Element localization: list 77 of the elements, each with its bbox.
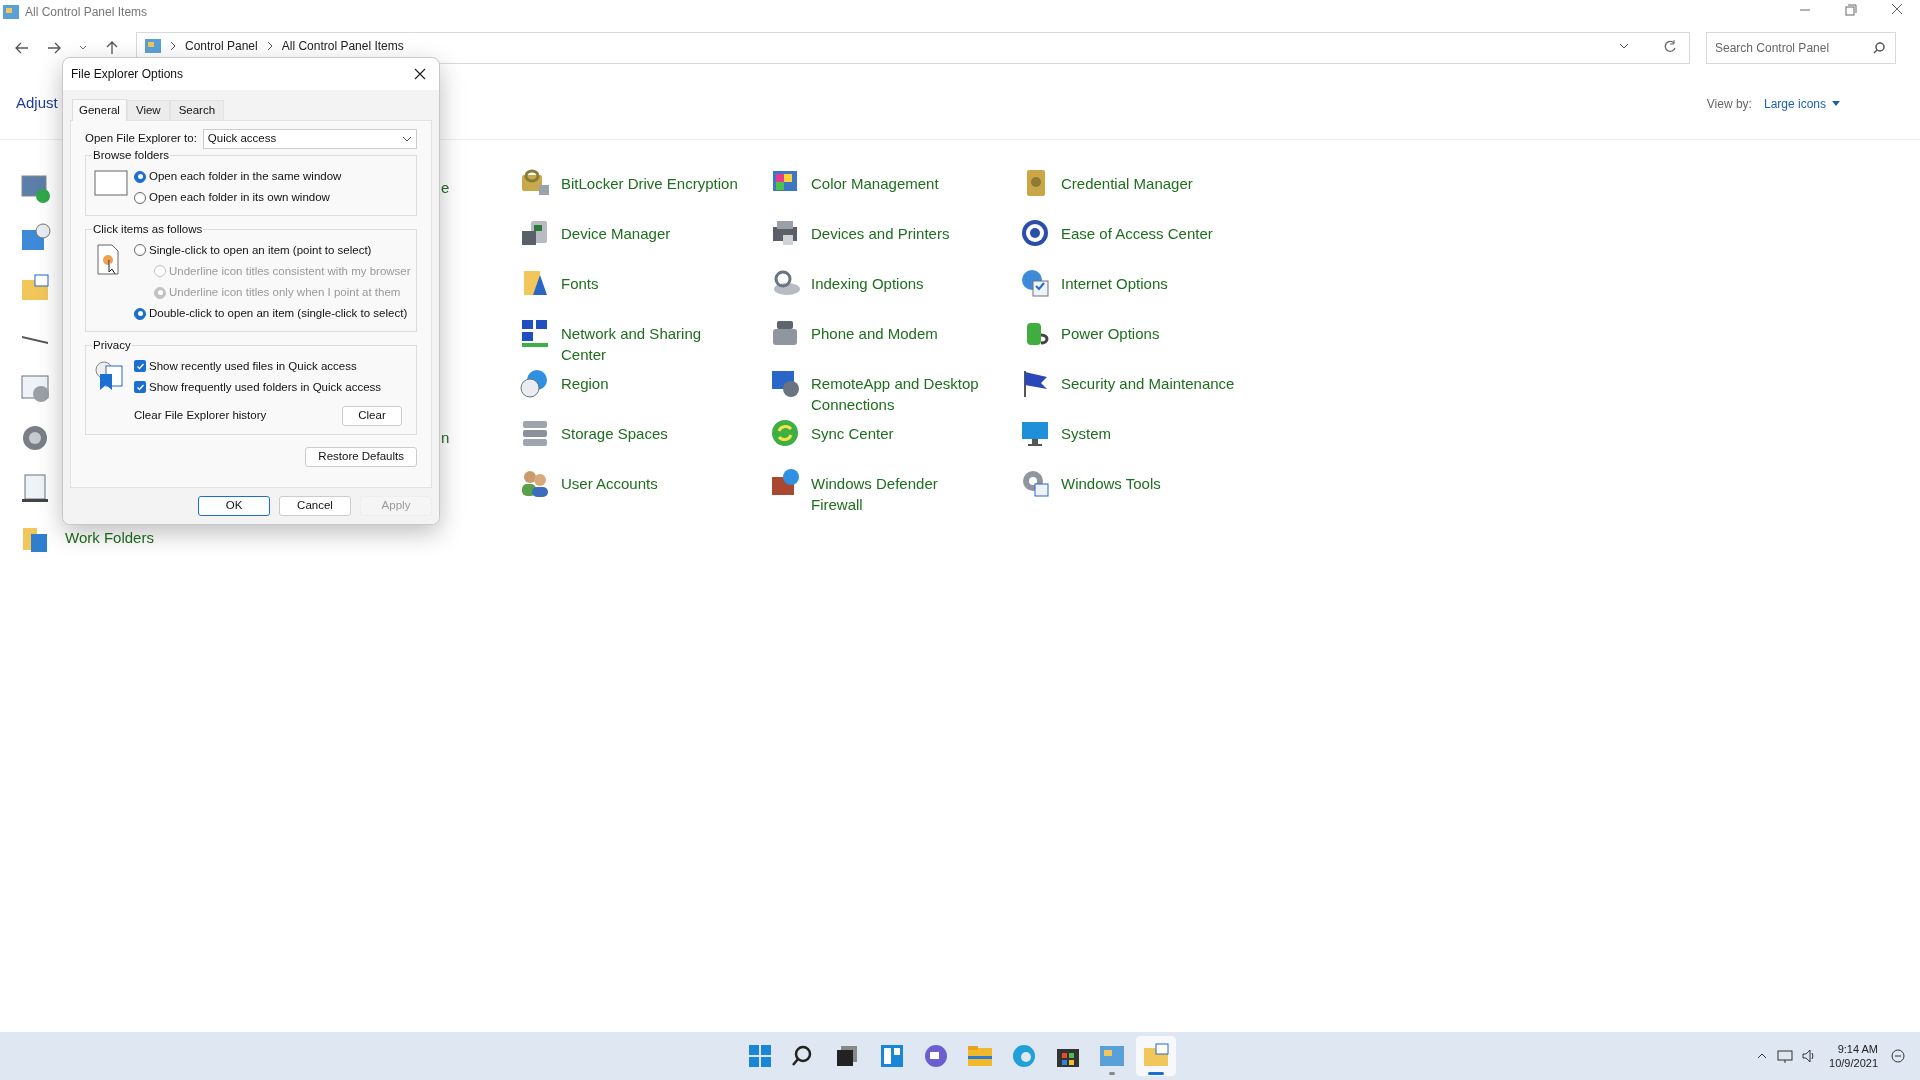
applet-icon[interactable] — [519, 317, 551, 349]
radio-button[interactable] — [134, 244, 146, 257]
clock-date[interactable]: 10/9/2021 — [1829, 1056, 1878, 1070]
dialog-button[interactable]: OK — [198, 496, 270, 516]
checkbox[interactable] — [134, 381, 146, 394]
open-to-dropdown[interactable]: Quick access — [202, 129, 417, 149]
applet-link[interactable]: Security and Maintenance — [1061, 367, 1235, 394]
applet-link[interactable]: Power Options — [1061, 317, 1160, 344]
dialog-title: File Explorer Options — [71, 66, 184, 83]
clock-time[interactable]: 9:14 AM — [1837, 1042, 1878, 1056]
applet-link[interactable]: Ease of Access Center — [1061, 217, 1213, 244]
option-label: Open each folder in its own window — [149, 190, 330, 206]
window-title: All Control Panel Items — [25, 4, 148, 21]
applet-link[interactable]: Sync Center — [811, 417, 894, 444]
applet-link[interactable]: Device Manager — [561, 217, 671, 244]
applet-link[interactable]: Windows Defender Firewall — [811, 467, 992, 515]
option-label: Double-click to open an item (single-click to select) — [149, 306, 408, 322]
dialog-tab[interactable]: Search — [169, 100, 225, 120]
applet-link[interactable]: Storage Spaces — [561, 417, 668, 444]
option-label: Open each folder in the same window — [149, 169, 342, 184]
applet-link[interactable]: Windows Tools — [1061, 467, 1161, 494]
option-label: Underline icon titles consistent with my browser — [169, 263, 411, 279]
applet-link[interactable]: Fonts — [561, 267, 599, 294]
applet-link[interactable]: Region — [561, 367, 609, 394]
checkbox[interactable] — [134, 360, 146, 373]
field-label: Open File Explorer to: — [85, 131, 197, 147]
view-by-label: View by: — [1706, 95, 1752, 113]
applet-link[interactable]: BitLocker Drive Encryption — [561, 167, 738, 194]
monitor-icon[interactable] — [1777, 1048, 1794, 1064]
applet-link[interactable]: Credential Manager — [1061, 167, 1193, 194]
notification-icon[interactable] — [1890, 1048, 1906, 1064]
chevron-right-icon — [265, 40, 274, 52]
applet-link[interactable]: Phone and Modem — [811, 317, 938, 344]
forward-arrow-icon[interactable] — [46, 40, 62, 56]
view-mode-dropdown[interactable]: Large icons — [1763, 94, 1840, 113]
search-field[interactable]: Search Control Panel — [1706, 32, 1896, 64]
address-bar[interactable]: Control Panel All Control Panel Items — [136, 32, 1690, 64]
breadcrumb-item[interactable]: All Control Panel Items — [281, 39, 404, 53]
dialog-button[interactable]: Cancel — [279, 496, 351, 516]
option-label: Clear File Explorer history — [134, 408, 267, 424]
search-icon[interactable] — [1872, 41, 1886, 55]
applet-link[interactable]: Network and Sharing Center — [561, 317, 742, 365]
page-heading: Adjust — [16, 93, 58, 114]
applet-icon[interactable] — [19, 172, 51, 204]
applet-link[interactable]: Color Management — [811, 167, 939, 194]
applet-icon[interactable] — [1019, 217, 1051, 249]
control-panel-icon — [3, 5, 19, 19]
caret-icon — [1832, 100, 1840, 107]
option-label: Underline icon titles only when I point at them — [169, 285, 401, 300]
chevron-right-icon — [169, 40, 177, 52]
radio-button[interactable] — [134, 307, 146, 320]
option-label: Show recently used files in Quick access — [149, 358, 357, 374]
applet-link[interactable]: Work Folders — [65, 526, 154, 550]
applet-link[interactable]: Internet Options — [1061, 267, 1168, 294]
breadcrumb-item[interactable]: Control Panel — [185, 39, 258, 53]
applet-link[interactable]: System — [1061, 417, 1111, 444]
applet-link[interactable]: e — [441, 176, 450, 200]
applet-icon[interactable] — [19, 472, 51, 504]
group-title: Browse folders — [92, 148, 171, 162]
control-panel-icon — [145, 39, 161, 53]
option-label: Show frequently used folders in Quick access — [149, 379, 382, 395]
chevron-down-icon — [402, 135, 412, 143]
dialog-tab[interactable]: View — [126, 100, 170, 120]
applet-link[interactable]: Indexing Options — [811, 267, 924, 294]
option-label: Single-click to open an item (point to select) — [149, 242, 372, 258]
applet-icon[interactable] — [1019, 267, 1051, 299]
applet-link[interactable]: n — [441, 426, 450, 450]
dialog-tab[interactable]: General — [72, 99, 127, 121]
applet-link[interactable]: User Accounts — [561, 467, 658, 494]
restore-defaults-button[interactable]: Restore Defaults — [305, 447, 417, 467]
applet-link[interactable]: Devices and Printers — [811, 217, 950, 244]
radio-button[interactable] — [134, 191, 146, 204]
radio-button[interactable] — [134, 170, 146, 183]
up-arrow-icon[interactable] — [104, 40, 120, 56]
clear-button[interactable]: Clear — [342, 406, 402, 426]
applet-link[interactable]: RemoteApp and Desktop Connections — [811, 367, 992, 415]
back-arrow-icon[interactable] — [14, 40, 30, 56]
